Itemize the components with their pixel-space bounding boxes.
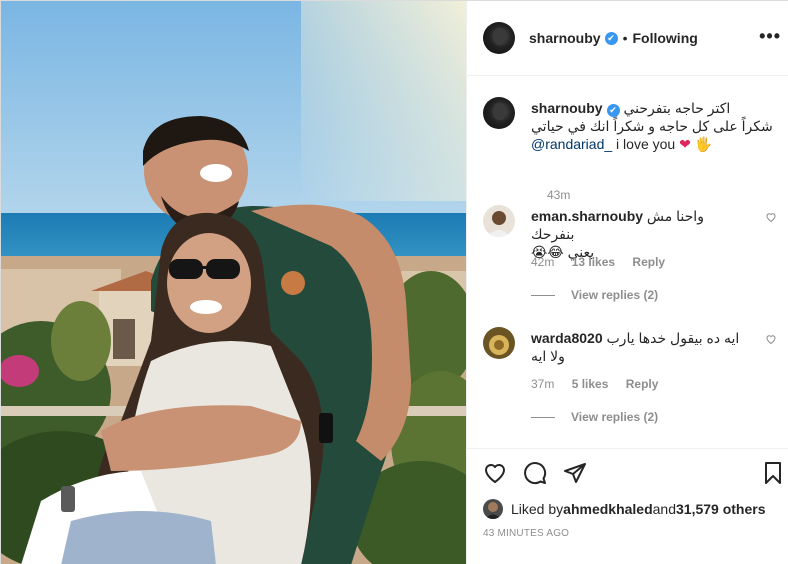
caption-time: 43m	[547, 188, 571, 202]
caption-line-2: شكراً على كل حاجه و شكراً انك في حياتي	[531, 118, 773, 134]
comment-time: 37m	[531, 377, 555, 391]
bookmark-icon[interactable]	[761, 461, 785, 485]
post-actions: Liked by ahmedkhaled and 31,579 others 4…	[467, 448, 788, 564]
liked-by-row: Liked by ahmedkhaled and 31,579 others	[483, 499, 766, 519]
instagram-post: sharnouby ✔ • Following ••• sharnouby ✔ ا…	[0, 0, 788, 564]
raised-hand-emoji-icon: 🖐	[694, 136, 713, 152]
view-replies-button[interactable]: View replies (2)	[531, 410, 658, 424]
view-replies-label: View replies (2)	[571, 410, 659, 424]
caption-author-avatar[interactable]	[483, 97, 515, 129]
separator-dot: •	[622, 30, 628, 46]
author-avatar[interactable]	[483, 22, 515, 54]
red-heart-emoji-icon: ❤	[679, 136, 691, 152]
post-side-panel: sharnouby ✔ • Following ••• sharnouby ✔ ا…	[466, 1, 788, 564]
comment-text: eman.sharnouby واحنا مش بنفرحك يعني 😂😭	[531, 207, 751, 261]
comment-like-heart-icon[interactable]	[765, 211, 777, 223]
comment-icon[interactable]	[523, 461, 547, 485]
share-icon[interactable]	[563, 461, 587, 485]
verified-badge-icon: ✔	[606, 104, 620, 117]
commenter-username[interactable]: eman.sharnouby	[531, 208, 643, 224]
liked-by-and: and	[652, 501, 676, 517]
caption-body: sharnouby ✔ اكتر حاجه بتفرحني شكراً على ك…	[531, 99, 781, 153]
comment-line-1: ايه ده بيقول خدها يارب	[606, 330, 740, 346]
action-icons	[483, 461, 587, 485]
more-options-icon[interactable]: •••	[759, 27, 781, 45]
comment-likes[interactable]: 5 likes	[572, 377, 609, 391]
comments-list[interactable]: sharnouby ✔ اكتر حاجه بتفرحني شكراً على ك…	[467, 77, 788, 447]
following-button[interactable]: Following	[632, 30, 697, 46]
comment-meta: 42m 13 likes Reply	[531, 255, 679, 269]
view-replies-button[interactable]: View replies (2)	[531, 288, 658, 302]
reply-button[interactable]: Reply	[632, 255, 665, 269]
author-username[interactable]: sharnouby	[529, 30, 601, 46]
heart-icon[interactable]	[483, 461, 507, 485]
liked-by-prefix: Liked by	[511, 501, 564, 517]
comment-line-2: ولا ايه	[531, 348, 565, 364]
commenter-username[interactable]: warda8020	[531, 330, 603, 346]
comment-text: warda8020 ايه ده بيقول خدها يارب ولا ايه	[531, 329, 751, 365]
caption-mention-link[interactable]: @randariad_	[531, 136, 612, 152]
caption-text: i love you	[612, 136, 680, 152]
replies-divider-line	[531, 416, 555, 418]
post-timestamp[interactable]: 43 MINUTES AGO	[483, 528, 569, 539]
reply-button[interactable]: Reply	[626, 377, 659, 391]
verified-badge-icon: ✔	[604, 31, 618, 45]
liker-avatar[interactable]	[483, 499, 503, 519]
comment-meta: 37m 5 likes Reply	[531, 377, 672, 391]
comment-time: 42m	[531, 255, 555, 269]
liked-by-count[interactable]: 31,579 others	[676, 501, 766, 517]
post-header: sharnouby ✔ • Following •••	[467, 1, 788, 76]
commenter-avatar[interactable]	[483, 205, 515, 237]
comment-like-heart-icon[interactable]	[765, 333, 777, 345]
post-photo[interactable]	[1, 1, 466, 564]
caption-username[interactable]: sharnouby	[531, 100, 603, 116]
replies-divider-line	[531, 294, 555, 296]
commenter-avatar[interactable]	[483, 327, 515, 359]
view-replies-label: View replies (2)	[571, 288, 659, 302]
liked-by-user[interactable]: ahmedkhaled	[563, 501, 652, 517]
couple-photo-illustration	[1, 1, 466, 564]
comment-likes[interactable]: 13 likes	[572, 255, 615, 269]
caption-line-1: اكتر حاجه بتفرحني	[623, 100, 731, 116]
